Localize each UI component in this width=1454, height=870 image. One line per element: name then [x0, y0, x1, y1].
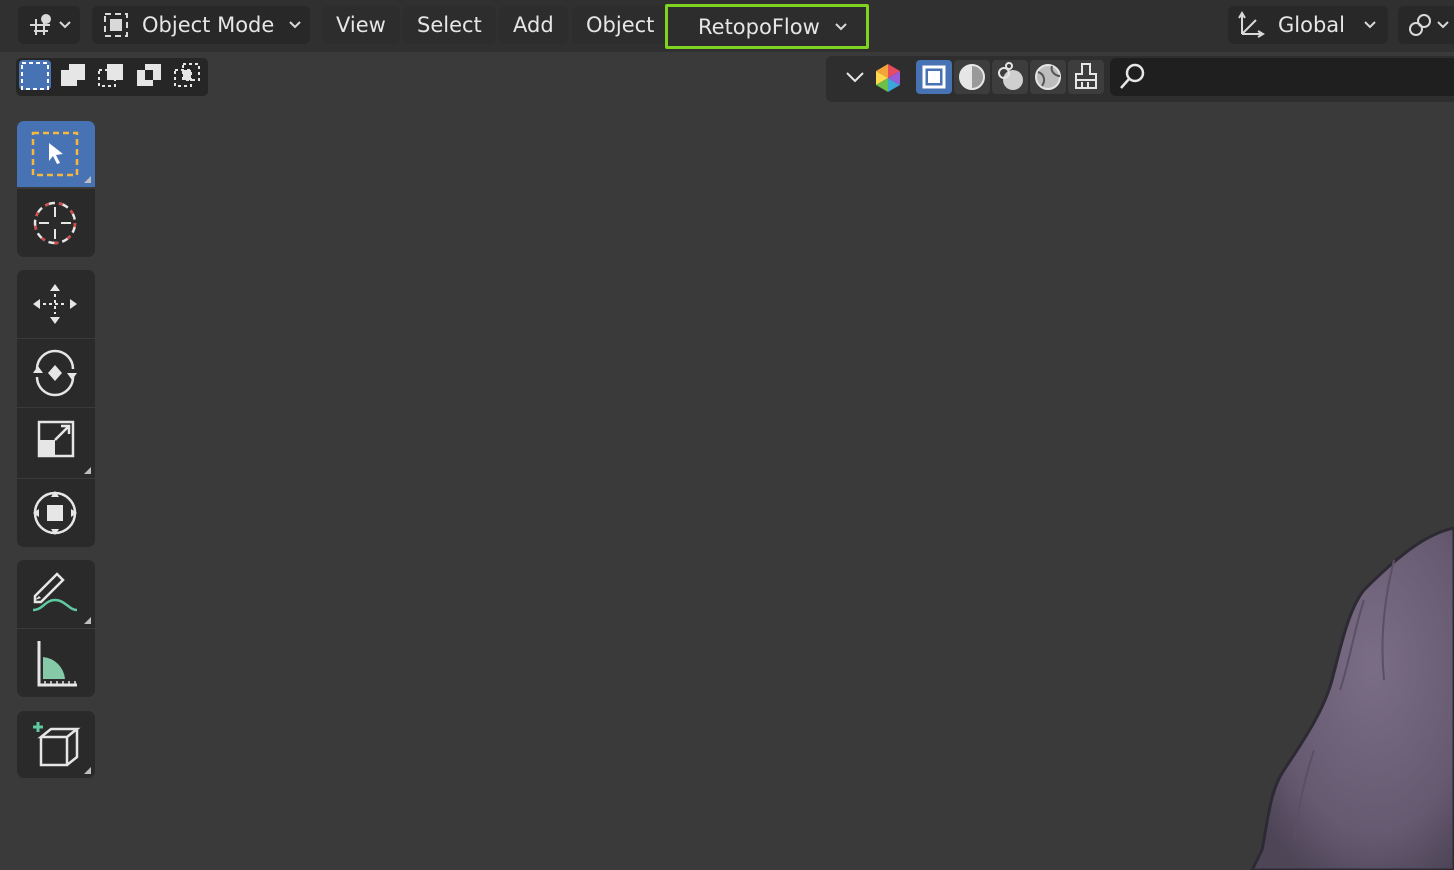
transform-orientation-label: Global — [1278, 13, 1345, 37]
move-tool[interactable] — [17, 270, 95, 338]
retopoflow-menu[interactable]: RetopoFlow — [665, 4, 869, 49]
mode-dropdown[interactable]: Object Mode — [92, 6, 310, 44]
chevron-down-icon[interactable] — [844, 66, 866, 88]
cursor-tool[interactable] — [17, 189, 95, 257]
menu-view-label: View — [336, 13, 386, 37]
cursor-icon — [33, 201, 77, 245]
select-new-icon — [21, 62, 49, 90]
rendered-shading-button[interactable] — [1030, 60, 1066, 94]
add-cube-icon — [33, 722, 81, 767]
mode-label: Object Mode — [142, 13, 275, 37]
transform-axes-icon — [1238, 11, 1265, 38]
menu-object[interactable]: Object — [572, 6, 669, 44]
retopoflow-label: RetopoFlow — [698, 14, 820, 39]
menu-select[interactable]: Select — [403, 6, 496, 44]
scale-icon — [37, 420, 75, 458]
rotate-tool[interactable] — [17, 339, 95, 407]
rendered-shading-icon — [1035, 64, 1061, 90]
move-icon — [33, 284, 77, 324]
search-field[interactable] — [1110, 58, 1454, 96]
link-snap-icon — [1409, 14, 1431, 36]
select-invert-icon — [137, 64, 161, 86]
transform-icon — [33, 491, 77, 535]
tool-variants-indicator — [84, 767, 91, 774]
chevron-down-icon — [1437, 21, 1449, 29]
measure-tool[interactable] — [17, 629, 95, 697]
menu-select-label: Select — [417, 13, 482, 37]
transform-orientation-dropdown[interactable]: Global — [1228, 6, 1388, 44]
chevron-down-icon — [1364, 21, 1376, 29]
texture-paint-button[interactable] — [1068, 60, 1104, 94]
chevron-down-icon — [289, 21, 302, 29]
select-intersect-button[interactable] — [171, 60, 203, 90]
wireframe-shading-button[interactable] — [916, 60, 952, 94]
editor-type-button[interactable] — [18, 6, 80, 44]
viewport-editor-icon — [30, 14, 51, 35]
mesh-object[interactable] — [1244, 520, 1454, 870]
select-extend-button[interactable] — [57, 60, 89, 90]
select-intersect-icon — [174, 63, 200, 87]
scale-tool[interactable] — [17, 408, 95, 478]
select-new-button[interactable] — [19, 60, 51, 90]
color-gizmo-icon[interactable] — [872, 62, 904, 94]
search-icon — [1120, 63, 1145, 89]
menu-view[interactable]: View — [322, 6, 400, 44]
tool-variants-indicator — [84, 467, 91, 474]
wireframe-shading-icon — [922, 65, 946, 89]
select-subtract-button[interactable] — [95, 60, 127, 90]
rotate-icon — [33, 349, 77, 397]
chevron-down-icon — [835, 22, 847, 30]
object-mode-icon — [104, 13, 128, 37]
chevron-down-icon — [59, 21, 71, 29]
menu-object-label: Object — [586, 13, 655, 37]
select-subtract-icon — [98, 64, 123, 87]
menu-add[interactable]: Add — [499, 6, 568, 44]
solid-shading-button[interactable] — [954, 60, 990, 94]
annotate-icon — [32, 572, 78, 612]
transform-tool[interactable] — [17, 479, 95, 547]
snap-dropdown[interactable] — [1398, 6, 1454, 44]
select-box-icon — [31, 131, 79, 177]
select-box-tool[interactable] — [17, 121, 95, 187]
measure-icon — [37, 641, 77, 687]
select-invert-button[interactable] — [133, 60, 165, 90]
tool-variants-indicator — [84, 176, 91, 183]
menu-add-label: Add — [513, 13, 554, 37]
texture-paint-icon — [1075, 63, 1097, 89]
tool-variants-indicator — [84, 617, 91, 624]
select-extend-icon — [61, 64, 85, 86]
material-preview-icon — [998, 62, 1023, 90]
solid-shading-icon — [959, 64, 985, 90]
material-preview-button[interactable] — [992, 60, 1028, 94]
add-cube-tool[interactable] — [17, 711, 95, 778]
annotate-tool[interactable] — [17, 560, 95, 628]
